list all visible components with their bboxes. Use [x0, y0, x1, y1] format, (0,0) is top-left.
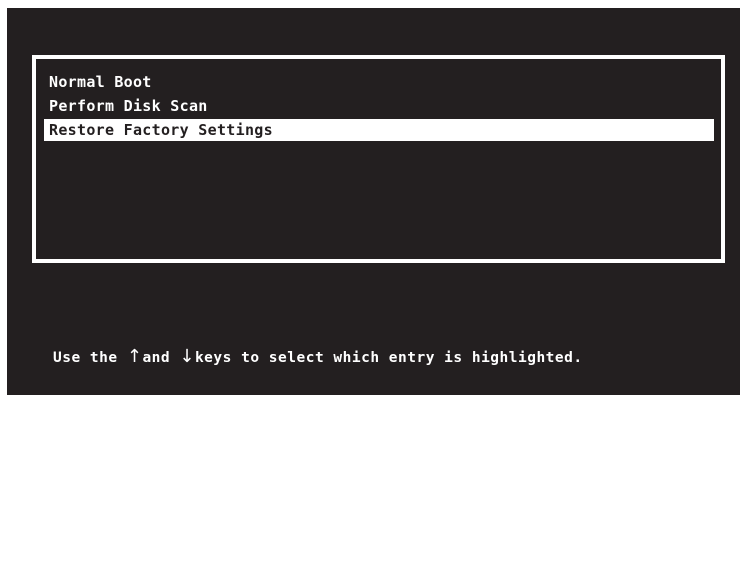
boot-screen: Normal Boot Perform Disk Scan Restore Fa…	[7, 8, 740, 509]
down-arrow-icon: ↓	[179, 346, 195, 367]
help-line-1-suffix: keys to select which entry is highlighte…	[194, 350, 583, 366]
boot-menu-list: Normal Boot Perform Disk Scan Restore Fa…	[44, 70, 714, 141]
boot-menu-box: Normal Boot Perform Disk Scan Restore Fa…	[32, 55, 725, 263]
menu-entry-restore-factory-settings[interactable]: Restore Factory Settings	[44, 119, 714, 141]
help-line-2: Press enter to boot the selected OS, 'e'…	[53, 421, 533, 437]
up-arrow-icon: ↑	[126, 346, 143, 367]
menu-entry-perform-disk-scan[interactable]: Perform Disk Scan	[44, 94, 714, 118]
help-line-1-and: and	[142, 350, 180, 366]
help-text: Use the ↑and ↓keys to select which entry…	[53, 297, 583, 561]
help-line-3: commands before booting, or 'c' for comm…	[53, 493, 506, 509]
help-line-1-prefix: Use the	[53, 350, 127, 366]
help-line-1: Use the ↑and ↓keys to select which entry…	[53, 345, 583, 369]
menu-entry-normal-boot[interactable]: Normal Boot	[44, 70, 714, 94]
